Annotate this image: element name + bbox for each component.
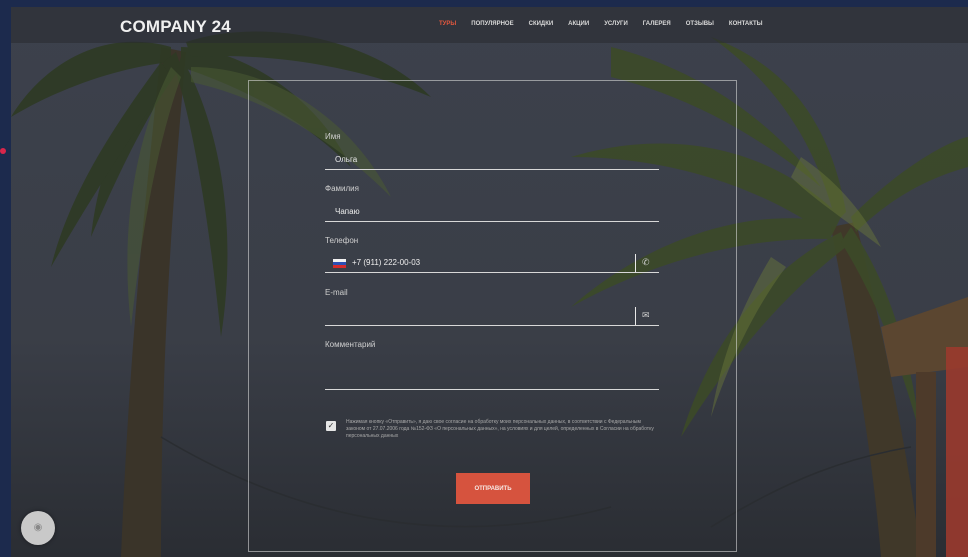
email-field[interactable]: ✉ xyxy=(325,307,659,326)
main-menu: ТУРЫ ПОПУЛЯРНОЕ СКИДКИ АКЦИИ УСЛУГИ ГАЛЕ… xyxy=(439,21,778,27)
surname-label: Фамилия xyxy=(325,184,359,193)
nav-item-promotions[interactable]: АКЦИИ xyxy=(568,21,589,27)
nav-item-tours[interactable]: ТУРЫ xyxy=(439,21,456,27)
name-label: Имя xyxy=(325,132,341,141)
surname-value: Чапаю xyxy=(335,207,360,216)
submit-button[interactable]: ОТПРАВИТЬ xyxy=(456,473,530,504)
envelope-icon: ✉ xyxy=(642,310,650,320)
nav-item-discounts[interactable]: СКИДКИ xyxy=(529,21,554,27)
nav-item-contacts[interactable]: КОНТАКТЫ xyxy=(729,21,763,27)
email-label: E-mail xyxy=(325,288,348,297)
name-value: Ольга xyxy=(335,155,358,164)
top-navbar: COMPANY 24 ТУРЫ ПОПУЛЯРНОЕ СКИДКИ АКЦИИ … xyxy=(11,7,968,43)
comment-label: Комментарий xyxy=(325,340,376,349)
name-field[interactable]: Ольга xyxy=(325,151,659,170)
checkmark-icon: ✓ xyxy=(327,421,335,430)
nav-item-services[interactable]: УСЛУГИ xyxy=(604,21,628,27)
phone-separator xyxy=(635,254,636,272)
consent-text: Нажимая кнопку «Отправить», я даю свое с… xyxy=(346,419,654,439)
surname-field[interactable]: Чапаю xyxy=(325,203,659,222)
phone-field[interactable]: +7 (911) 222-00-03 ✆ xyxy=(325,254,659,273)
consent-checkbox[interactable]: ✓ xyxy=(326,421,336,431)
email-separator xyxy=(635,307,636,325)
nav-item-reviews[interactable]: ОТЗЫВЫ xyxy=(686,21,714,27)
phone-label: Телефон xyxy=(325,236,359,245)
comment-field[interactable] xyxy=(325,359,659,390)
phone-icon: ✆ xyxy=(642,257,650,267)
nav-item-gallery[interactable]: ГАЛЕРЕЯ xyxy=(643,21,671,27)
decor-dot xyxy=(0,148,6,154)
page-viewport: COMPANY 24 ТУРЫ ПОПУЛЯРНОЕ СКИДКИ АКЦИИ … xyxy=(11,7,968,557)
chat-fab-button[interactable]: ◉ xyxy=(21,511,55,545)
phone-value: +7 (911) 222-00-03 xyxy=(352,258,421,267)
russia-flag-icon[interactable] xyxy=(333,259,346,268)
chat-icon: ◉ xyxy=(33,522,43,533)
nav-item-popular[interactable]: ПОПУЛЯРНОЕ xyxy=(471,21,513,27)
company-logo[interactable]: COMPANY 24 xyxy=(120,17,231,37)
